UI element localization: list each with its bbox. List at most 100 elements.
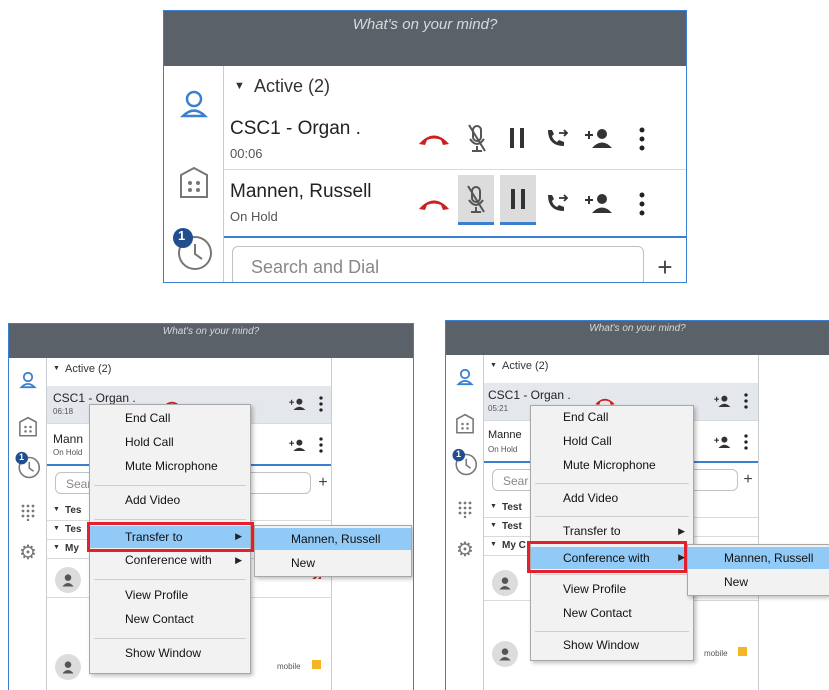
more-icon[interactable]	[315, 434, 327, 456]
contact-label: mobile	[704, 649, 728, 658]
add-participant-icon[interactable]	[712, 391, 732, 411]
contacts-icon[interactable]	[178, 88, 210, 120]
submenu-item-contact[interactable]: Mannen, Russell	[688, 547, 829, 569]
transfer-icon[interactable]	[542, 122, 572, 154]
menu-item-label: Transfer to	[563, 524, 621, 538]
add-participant-icon[interactable]	[287, 435, 307, 455]
menu-item-label: Conference with	[125, 553, 212, 567]
group-active[interactable]: ▼ Active (2)	[484, 360, 758, 376]
add-participant-icon[interactable]	[712, 432, 732, 452]
hangup-icon[interactable]	[417, 189, 451, 219]
submenu-arrow-icon: ▶	[235, 555, 242, 565]
add-participant-icon[interactable]	[582, 122, 614, 154]
menu-item-show-window[interactable]: Show Window	[531, 638, 693, 658]
group-label: Active (2)	[254, 76, 331, 96]
group-label: Tes	[65, 524, 82, 535]
add-participant-icon[interactable]	[287, 394, 307, 414]
submenu-item-contact[interactable]: Mannen, Russell	[255, 528, 411, 550]
add-icon[interactable]: +	[740, 469, 756, 491]
menu-item-conference-with[interactable]: Conference with ▶	[90, 553, 250, 573]
avatar-icon	[55, 567, 81, 593]
menu-separator	[535, 574, 689, 575]
highlight-callout	[527, 541, 687, 573]
search-placeholder: Search and Dial	[251, 257, 380, 277]
menu-item-end-call[interactable]: End Call	[531, 410, 693, 430]
menu-item-view-profile[interactable]: View Profile	[531, 582, 693, 602]
more-icon[interactable]	[740, 431, 752, 453]
call-name: CSC1 - Organ .	[230, 118, 361, 139]
hangup-icon[interactable]	[417, 124, 451, 154]
transfer-icon[interactable]	[542, 187, 572, 219]
menu-item-view-profile[interactable]: View Profile	[90, 588, 250, 608]
status-input[interactable]: What's on your mind?	[9, 324, 413, 358]
call-status: On Hold	[53, 448, 83, 457]
group-label: Active (2)	[502, 360, 549, 372]
search-input[interactable]: Search and Dial	[232, 246, 644, 282]
group-label: My	[65, 543, 79, 554]
mute-icon[interactable]	[464, 120, 490, 156]
group-label: Test	[502, 502, 522, 513]
mute-icon[interactable]	[458, 175, 494, 225]
group-active[interactable]: ▼ Active (2)	[224, 74, 686, 104]
menu-item-hold-call[interactable]: Hold Call	[90, 435, 250, 455]
menu-item-mute-microphone[interactable]: Mute Microphone	[531, 458, 693, 478]
dialpad-icon[interactable]	[19, 502, 37, 522]
more-icon[interactable]	[315, 393, 327, 415]
call-name: CSC1 - Organ .	[488, 388, 571, 402]
menu-separator	[535, 483, 689, 484]
section-divider	[224, 236, 686, 238]
call-timer: 06:18	[53, 407, 74, 416]
pause-icon[interactable]	[500, 175, 536, 225]
add-icon[interactable]: +	[315, 472, 331, 494]
menu-item-new-contact[interactable]: New Contact	[90, 612, 250, 632]
menu-item-end-call[interactable]: End Call	[90, 411, 250, 431]
contacts-icon[interactable]	[18, 370, 38, 390]
menu-item-hold-call[interactable]: Hold Call	[531, 434, 693, 454]
history-icon[interactable]	[170, 224, 216, 274]
submenu: Mannen, Russell New	[254, 525, 412, 577]
menu-separator	[94, 579, 246, 580]
more-icon[interactable]	[740, 390, 752, 412]
group-active[interactable]: ▼ Active (2)	[47, 363, 331, 379]
menu-item-add-video[interactable]: Add Video	[531, 491, 693, 511]
menu-item-mute-microphone[interactable]: Mute Microphone	[90, 459, 250, 479]
menu-item-new-contact[interactable]: New Contact	[531, 606, 693, 626]
call-row[interactable]: Mannen, Russell On Hold	[224, 171, 686, 235]
add-participant-icon[interactable]	[582, 187, 614, 219]
phonebook-icon[interactable]	[18, 416, 38, 438]
status-input[interactable]: What's on your mind?	[164, 11, 686, 66]
menu-item-add-video[interactable]: Add Video	[90, 493, 250, 513]
pause-icon[interactable]	[504, 120, 530, 156]
submenu-item-new[interactable]: New	[255, 554, 411, 574]
chevron-down-icon: ▼	[490, 503, 497, 510]
sidebar: 1 ⚙	[9, 358, 47, 690]
menu-separator	[94, 485, 246, 486]
history-badge: 1	[19, 452, 25, 462]
chevron-down-icon: ▼	[53, 506, 60, 513]
search-placeholder: Sear	[66, 477, 92, 491]
phonebook-icon[interactable]	[455, 413, 475, 435]
contacts-icon[interactable]	[455, 367, 475, 387]
settings-icon[interactable]: ⚙	[455, 539, 475, 561]
more-icon[interactable]	[632, 187, 652, 221]
chevron-down-icon: ▼	[234, 80, 245, 92]
submenu: Mannen, Russell New	[687, 544, 829, 596]
sidebar: 1 ⚙	[446, 355, 484, 690]
submenu-item-new[interactable]: New	[688, 573, 829, 593]
zoomed-client-panel: What's on your mind? 1 ▼ Active (2) CSC1…	[163, 10, 687, 283]
contact-label: mobile	[277, 662, 301, 671]
call-name: Manne	[488, 429, 522, 441]
settings-icon[interactable]: ⚙	[18, 542, 38, 564]
add-icon[interactable]: +	[650, 252, 680, 282]
call-row[interactable]: CSC1 - Organ . 00:06	[224, 108, 686, 170]
status-placeholder: What's on your mind?	[352, 16, 498, 33]
menu-item-show-window[interactable]: Show Window	[90, 646, 250, 666]
call-status: On Hold	[230, 209, 278, 224]
status-input[interactable]: What's on your mind?	[446, 321, 829, 355]
call-timer: 00:06	[230, 146, 263, 161]
avatar-icon	[492, 641, 518, 667]
dialpad-icon[interactable]	[456, 499, 474, 519]
call-name: Mannen, Russell	[230, 181, 372, 202]
phonebook-icon[interactable]	[176, 164, 212, 202]
more-icon[interactable]	[632, 122, 652, 156]
